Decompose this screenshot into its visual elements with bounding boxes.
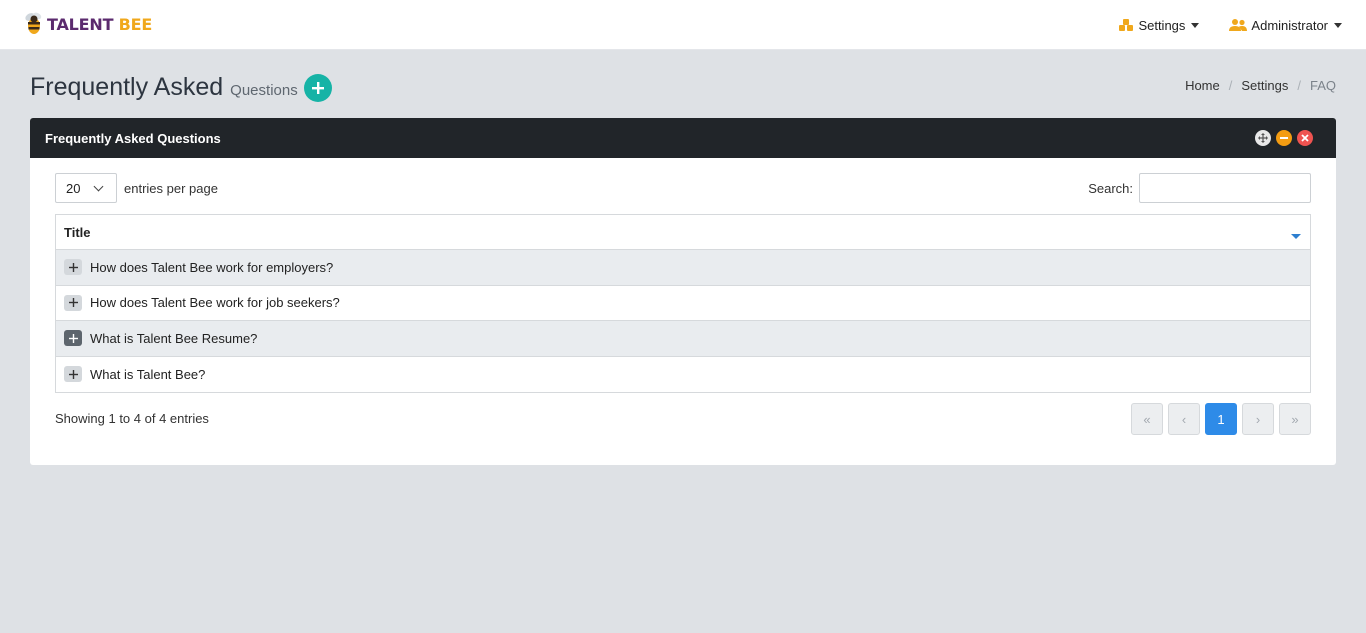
user-menu[interactable]: Administrator xyxy=(1229,18,1342,33)
expand-row-button[interactable] xyxy=(64,330,82,347)
chevron-down-icon xyxy=(1191,22,1200,28)
faq-title: How does Talent Bee work for employers? xyxy=(90,259,334,275)
search-input[interactable] xyxy=(1139,173,1311,203)
faq-title: How does Talent Bee work for job seekers… xyxy=(90,295,340,311)
panel-header: Frequently Asked Questions xyxy=(30,118,1336,158)
plus-icon xyxy=(68,262,78,272)
bee-icon xyxy=(25,12,42,34)
brand-name-part1: TALENT xyxy=(47,14,114,34)
table-row[interactable]: What is Talent Bee? xyxy=(56,356,1310,392)
close-icon xyxy=(1301,134,1309,142)
column-title: Title xyxy=(64,224,91,240)
table-row[interactable]: How does Talent Bee work for job seekers… xyxy=(56,285,1310,321)
page-button-current[interactable]: 1 xyxy=(1205,403,1237,435)
table-row[interactable]: What is Talent Bee Resume? xyxy=(56,321,1310,357)
add-faq-button[interactable] xyxy=(303,74,332,102)
search-label: Search: xyxy=(1088,180,1133,196)
top-navbar: TALENT BEE Settings Administrator xyxy=(0,0,1366,50)
page-title: Frequently Asked xyxy=(30,72,224,101)
plus-icon xyxy=(311,82,324,94)
faq-title: What is Talent Bee? xyxy=(90,366,206,382)
breadcrumb-current: FAQ xyxy=(1309,78,1336,93)
page-subtitle: Questions xyxy=(230,82,298,99)
last-page-button[interactable]: » xyxy=(1279,403,1311,435)
first-page-button[interactable]: « xyxy=(1131,403,1163,435)
breadcrumb-settings[interactable]: Settings xyxy=(1241,78,1288,93)
sort-desc-icon xyxy=(1291,234,1301,239)
breadcrumb: Home / Settings / FAQ xyxy=(1185,78,1336,93)
faq-panel: Frequently Asked Questions 20 entries pe… xyxy=(30,118,1336,465)
minimize-button[interactable] xyxy=(1276,130,1292,146)
pagination: « ‹ 1 › » xyxy=(1126,403,1311,435)
expand-row-button[interactable] xyxy=(64,366,82,383)
plus-icon xyxy=(68,369,78,379)
table-header[interactable]: Title xyxy=(56,215,1310,250)
brand-name-part2: BEE xyxy=(118,14,153,34)
settings-menu[interactable]: Settings xyxy=(1118,17,1200,33)
expand-icon xyxy=(1258,133,1268,143)
breadcrumb-separator: / xyxy=(1228,78,1233,93)
chevron-down-icon xyxy=(93,181,104,192)
logo[interactable]: TALENT BEE xyxy=(22,10,152,38)
settings-label: Settings xyxy=(1138,17,1186,33)
table-info: Showing 1 to 4 of 4 entries xyxy=(55,411,209,426)
minus-icon xyxy=(1280,137,1288,139)
users-icon xyxy=(1229,19,1248,31)
breadcrumb-separator: / xyxy=(1297,78,1301,93)
table-row[interactable]: How does Talent Bee work for employers? xyxy=(56,250,1310,286)
faq-table: Title How does Talent Bee work for emplo… xyxy=(55,214,1311,393)
prev-page-button[interactable]: ‹ xyxy=(1168,403,1200,435)
expand-row-button[interactable] xyxy=(64,259,82,276)
user-label: Administrator xyxy=(1251,17,1328,33)
expand-button[interactable] xyxy=(1255,130,1271,146)
expand-row-button[interactable] xyxy=(64,294,82,311)
cubes-icon xyxy=(1119,19,1134,31)
chevron-down-icon xyxy=(1334,22,1342,28)
faq-title: What is Talent Bee Resume? xyxy=(90,330,258,346)
plus-icon xyxy=(68,298,78,308)
breadcrumb-home[interactable]: Home xyxy=(1185,78,1220,93)
page-header: Frequently Asked Questions xyxy=(30,72,332,102)
plus-icon xyxy=(68,333,78,343)
page-size-value: 20 xyxy=(66,180,81,196)
entries-per-page-label: entries per page xyxy=(124,180,218,196)
page-size-select[interactable]: 20 xyxy=(55,173,117,203)
panel-title: Frequently Asked Questions xyxy=(45,130,221,146)
next-page-button[interactable]: › xyxy=(1242,403,1274,435)
close-button[interactable] xyxy=(1297,130,1313,146)
